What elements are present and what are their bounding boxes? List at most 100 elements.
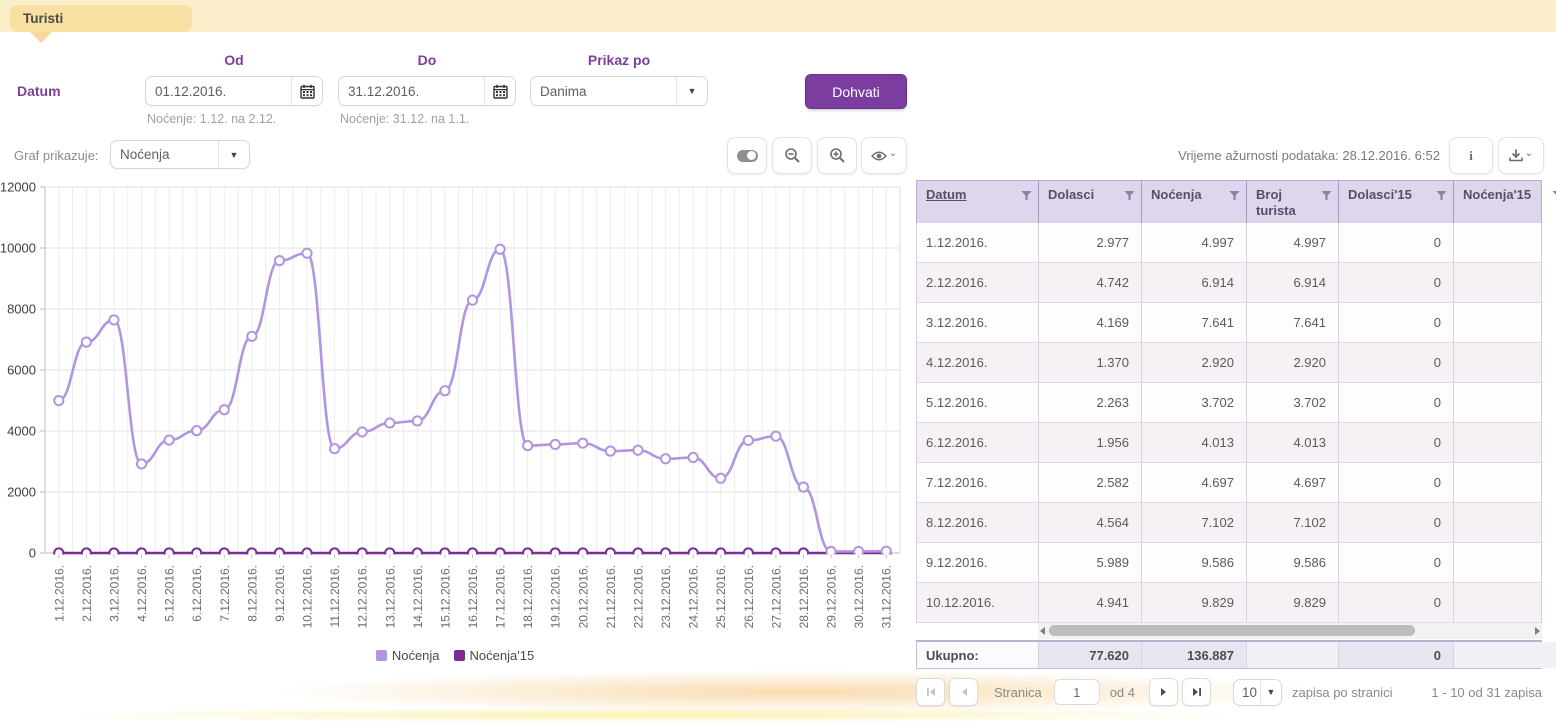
y-axis-tick-label: 6000 [7, 363, 36, 378]
table-row[interactable]: 6.12.2016.1.9564.0134.0130 [917, 423, 1541, 463]
page-size-select[interactable]: 10 ▼ [1233, 679, 1282, 706]
table-cell [1454, 303, 1556, 342]
legend-label: Noćenja [392, 648, 440, 663]
column-header-6[interactable]: Noćenja'15 [1454, 181, 1556, 223]
x-axis-tick-label: 31.12.2016. [880, 565, 894, 628]
toggle-icon [737, 150, 758, 162]
column-header-2[interactable]: Dolasci [1039, 181, 1142, 223]
date-from-field[interactable]: 01.12.2016. [145, 76, 323, 106]
scroll-right-icon[interactable] [1535, 627, 1540, 635]
x-axis-tick-label: 6.12.2016. [190, 565, 204, 622]
table-cell: 2.12.2016. [917, 263, 1039, 302]
totals-label: Ukupno: [917, 642, 1039, 668]
table-cell: 4.013 [1142, 423, 1247, 462]
dropdown-arrow-button[interactable]: ▼ [218, 141, 249, 168]
x-axis-tick-label: 30.12.2016. [852, 565, 866, 628]
table-cell: 0 [1339, 543, 1454, 582]
prikaz-po-select[interactable]: Danima ▼ [530, 76, 708, 106]
chart-legend: Noćenja Noćenja'15 [0, 648, 910, 663]
next-page-button[interactable] [1149, 678, 1178, 706]
date-from-value[interactable]: 01.12.2016. [146, 77, 291, 105]
chart-canvas: 0200040006000800010000120001.12.2016.2.1… [0, 180, 910, 645]
legend-swatch [376, 650, 387, 661]
filter-funnel-icon[interactable] [1021, 190, 1032, 201]
page-size-value: 10 [1234, 680, 1260, 705]
filter-funnel-icon[interactable] [1321, 190, 1332, 201]
range-label: 1 - 10 od 31 zapisa [1431, 685, 1542, 700]
x-axis-tick-label: 21.12.2016. [604, 565, 618, 628]
last-page-button[interactable] [1182, 678, 1211, 706]
dohvati-button[interactable]: Dohvati [805, 74, 907, 109]
filter-funnel-icon[interactable] [1436, 190, 1447, 201]
dropdown-arrow-button[interactable]: ▼ [676, 77, 707, 105]
filter-funnel-icon[interactable] [1229, 190, 1240, 201]
table-cell: 7.102 [1142, 503, 1247, 542]
table-row[interactable]: 2.12.2016.4.7426.9146.9140 [917, 263, 1541, 303]
table-row[interactable]: 4.12.2016.1.3702.9202.9200 [917, 343, 1541, 383]
legend-item[interactable]: Noćenja'15 [454, 648, 535, 663]
series-visibility-button[interactable]: ⌄ [861, 137, 907, 174]
tab-turisti[interactable]: Turisti [10, 5, 192, 32]
column-header-1[interactable]: Datum [917, 181, 1039, 223]
prev-page-button[interactable] [949, 678, 978, 706]
table-row[interactable]: 5.12.2016.2.2633.7023.7020 [917, 383, 1541, 423]
table-row[interactable]: 3.12.2016.4.1697.6417.6410 [917, 303, 1541, 343]
column-header-4[interactable]: Broj turista [1247, 181, 1339, 223]
stranica-label: Stranica [994, 685, 1042, 700]
table-row[interactable]: 8.12.2016.4.5647.1027.1020 [917, 503, 1541, 543]
calendar-open-button[interactable] [291, 77, 322, 105]
x-axis-tick-label: 15.12.2016. [438, 565, 452, 628]
legend-item[interactable]: Noćenja [376, 648, 440, 663]
scrollbar-thumb[interactable] [1049, 625, 1415, 636]
column-header-5[interactable]: Dolasci'15 [1339, 181, 1454, 223]
zoom-in-icon [829, 147, 846, 164]
first-page-icon [926, 687, 936, 697]
table-row[interactable]: 9.12.2016.5.9899.5869.5860 [917, 543, 1541, 583]
table-row[interactable]: 10.12.2016.4.9419.8299.8290 [917, 583, 1541, 623]
table-cell: 5.12.2016. [917, 383, 1039, 422]
table-cell: 6.914 [1247, 263, 1339, 302]
filter-funnel-icon[interactable] [1552, 190, 1556, 201]
line-chart[interactable]: 0200040006000800010000120001.12.2016.2.1… [0, 180, 910, 645]
table-cell [1454, 423, 1556, 462]
graf-prikazuje-select[interactable]: Noćenja ▼ [110, 140, 250, 169]
column-header-label: Dolasci [1048, 187, 1094, 203]
chart-toggle-button[interactable] [727, 137, 767, 174]
filter-funnel-icon[interactable] [1124, 190, 1135, 201]
x-axis-tick-label: 11.12.2016. [328, 565, 342, 628]
table-cell: 5.989 [1039, 543, 1142, 582]
table-cell: 0 [1339, 343, 1454, 382]
totals-cell [1454, 642, 1556, 668]
per-page-label: zapisa po stranici [1292, 685, 1392, 700]
zoom-out-button[interactable] [772, 137, 812, 174]
totals-cell: 136.887 [1142, 642, 1247, 668]
info-button[interactable]: i [1449, 137, 1493, 174]
date-to-field[interactable]: 31.12.2016. [338, 76, 516, 106]
calendar-open-button[interactable] [484, 77, 515, 105]
zoom-in-button[interactable] [817, 137, 857, 174]
x-axis-tick-label: 3.12.2016. [107, 565, 121, 622]
export-download-button[interactable]: ⌄ [1498, 137, 1544, 174]
x-axis-tick-label: 20.12.2016. [576, 565, 590, 628]
scrollbar-track[interactable] [1038, 623, 1542, 639]
x-axis-tick-label: 18.12.2016. [521, 565, 535, 628]
column-header-3[interactable]: Noćenja [1142, 181, 1247, 223]
table-row[interactable]: 1.12.2016.2.9774.9974.9970 [917, 223, 1541, 263]
table-cell: 7.641 [1142, 303, 1247, 342]
table-cell: 6.914 [1142, 263, 1247, 302]
table-cell: 0 [1339, 583, 1454, 622]
table-cell: 0 [1339, 303, 1454, 342]
table-cell: 10.12.2016. [917, 583, 1039, 622]
tab-pointer-arrow [30, 32, 52, 43]
dropdown-arrow-button[interactable]: ▼ [1260, 680, 1281, 705]
first-page-button[interactable] [916, 678, 945, 706]
table-cell: 9.12.2016. [917, 543, 1039, 582]
date-to-value[interactable]: 31.12.2016. [339, 77, 484, 105]
table-cell: 9.829 [1247, 583, 1339, 622]
table-cell [1454, 383, 1556, 422]
page-number-input[interactable] [1054, 679, 1100, 705]
scroll-left-icon[interactable] [1040, 627, 1045, 635]
table-row[interactable]: 7.12.2016.2.5824.6974.6970 [917, 463, 1541, 503]
table-cell: 2.582 [1039, 463, 1142, 502]
table-cell: 7.102 [1247, 503, 1339, 542]
